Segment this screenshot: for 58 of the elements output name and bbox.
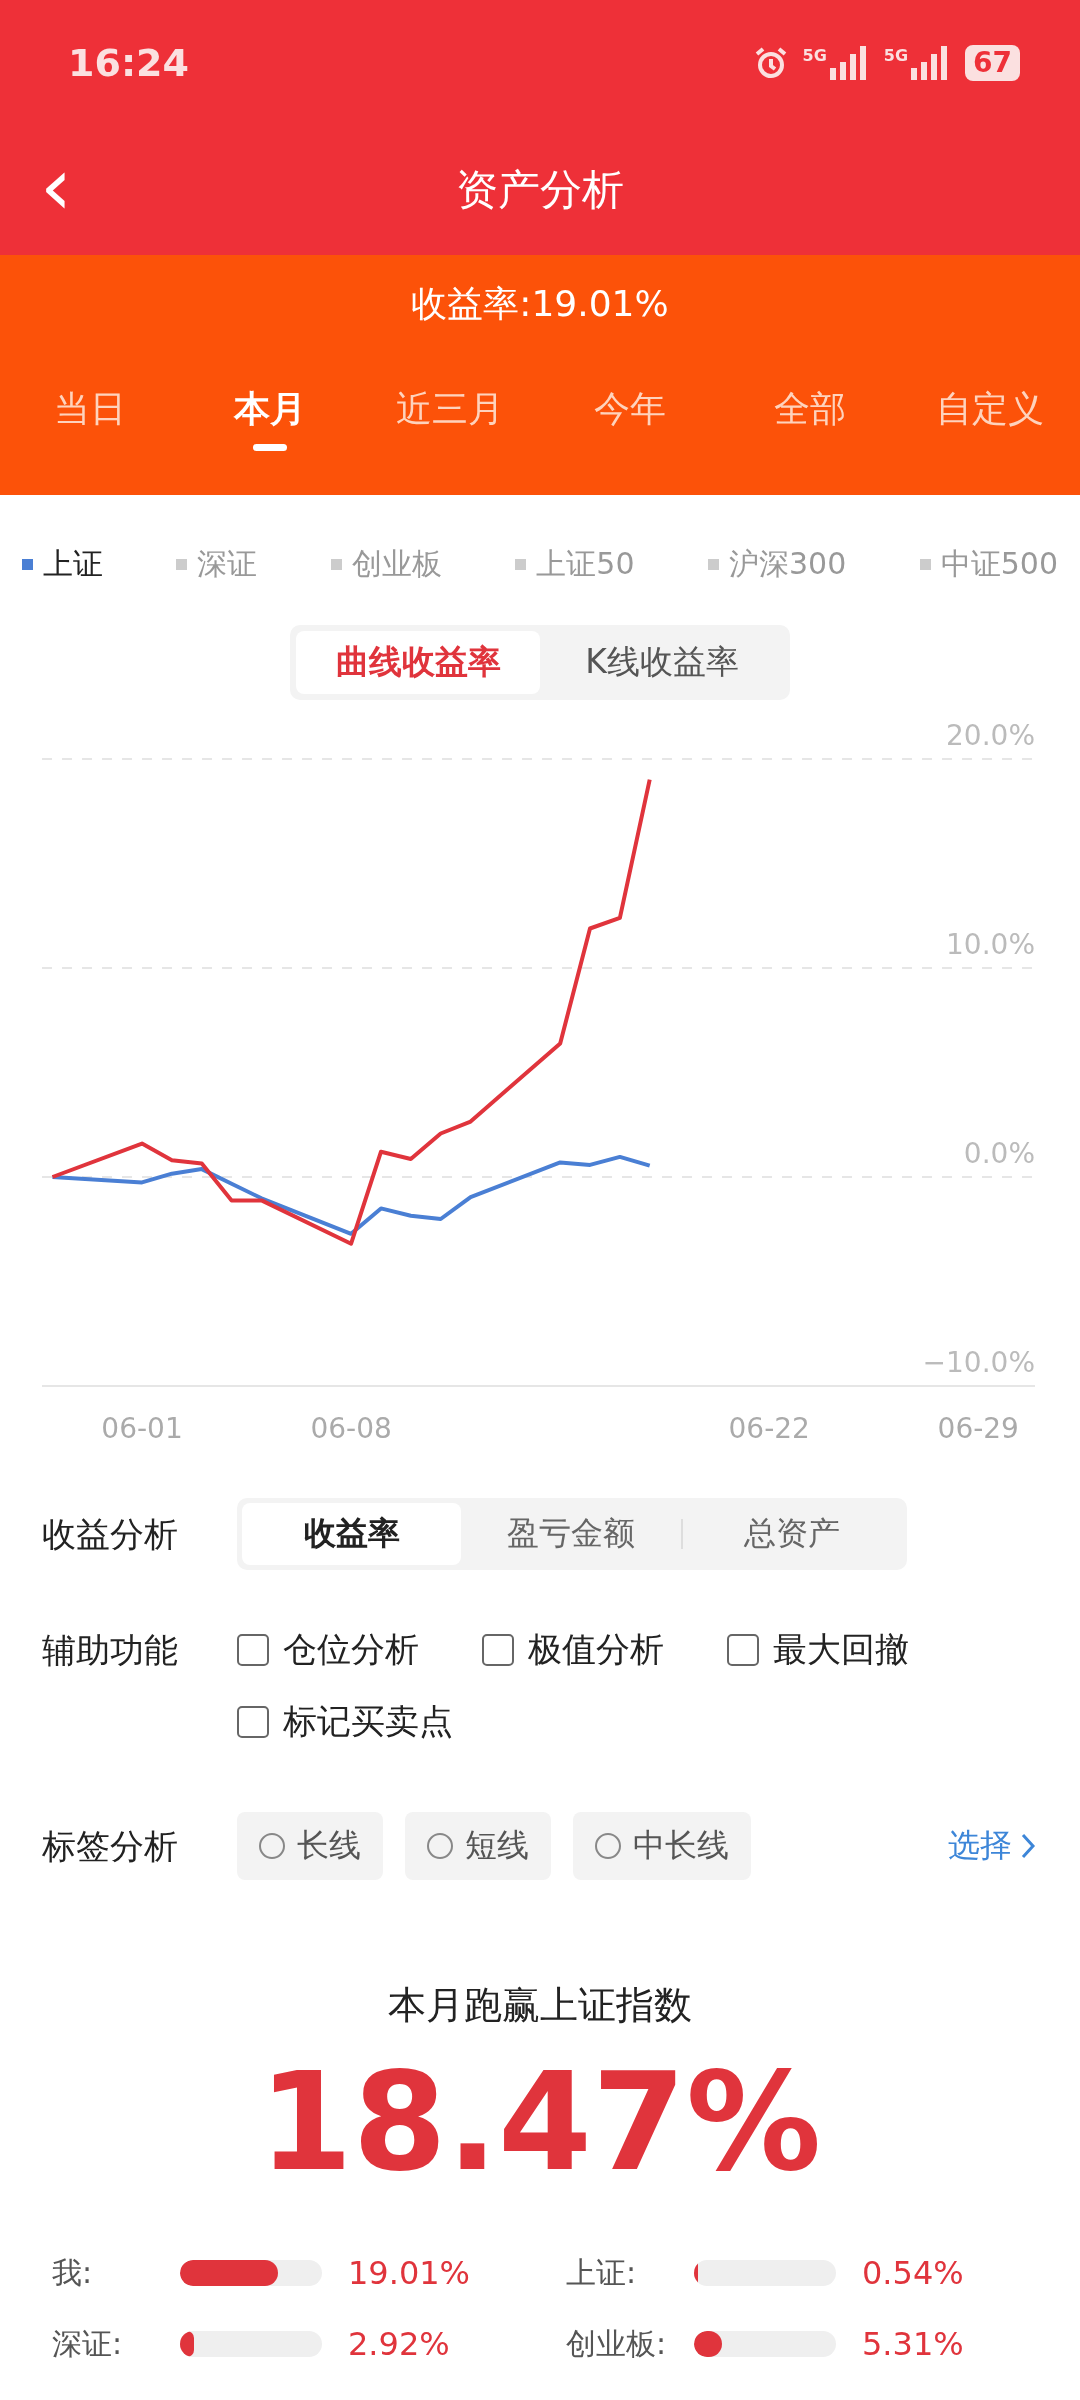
period-tab[interactable]: 近三月 — [360, 385, 540, 451]
battery-level: 67 — [965, 44, 1020, 81]
bar-value: 2.92% — [348, 2325, 450, 2363]
bar-value: 19.01% — [348, 2254, 470, 2292]
x-tick-label: 06-29 — [937, 1412, 1019, 1445]
row-label: 标签分析 — [42, 1825, 179, 1868]
period-tab[interactable]: 当日 — [0, 385, 180, 451]
bar-label: 深证: — [52, 2324, 124, 2363]
checkbox-label[interactable]: 标记买卖点 — [283, 1699, 453, 1745]
status-time: 16:24 — [68, 40, 189, 85]
x-tick-label: 06-22 — [728, 1412, 810, 1445]
checkbox-label[interactable]: 仓位分析 — [283, 1627, 419, 1673]
legend-label[interactable]: 创业板 — [351, 544, 442, 585]
period-tab[interactable]: 本月 — [180, 385, 360, 451]
bar-label: 我: — [52, 2253, 94, 2292]
back-button[interactable]: ‹ — [40, 147, 72, 227]
page-title: 资产分析 — [456, 164, 624, 216]
checkbox-label[interactable]: 最大回撤 — [773, 1627, 909, 1673]
chart-type-option[interactable]: 曲线收益率 — [296, 631, 540, 694]
bar-value: 0.54% — [862, 2254, 964, 2292]
checkbox[interactable] — [237, 1634, 269, 1666]
checkbox[interactable] — [482, 1634, 514, 1666]
select-link[interactable]: 选择 — [942, 1812, 1042, 1880]
legend-label[interactable]: 上证50 — [536, 544, 635, 585]
legend-label[interactable]: 深证 — [197, 544, 258, 585]
legend-label[interactable]: 中证500 — [940, 544, 1058, 585]
bar-value: 5.31% — [862, 2325, 964, 2363]
row-label: 辅助功能 — [42, 1629, 179, 1672]
checkbox[interactable] — [237, 1706, 269, 1738]
yield-summary: 收益率:19.01% — [410, 282, 670, 326]
network-type: 5G — [802, 45, 827, 65]
y-tick-label: 0.0% — [963, 1137, 1035, 1170]
network-type: 5G — [883, 45, 909, 65]
chevron-right-icon — [1020, 1832, 1036, 1860]
bar-label: 创业板: — [566, 2324, 668, 2363]
legend-label[interactable]: 上证 — [43, 544, 103, 585]
row-label: 收益分析 — [42, 1513, 179, 1556]
comparison-headline: 本月跑赢上证指数 — [387, 1982, 693, 2029]
chart-type-option[interactable]: K线收益率 — [540, 631, 784, 694]
y-tick-label: 20.0% — [946, 720, 1035, 752]
x-tick-label: 06-01 — [101, 1412, 183, 1445]
checkbox[interactable] — [727, 1634, 759, 1666]
y-tick-label: 10.0% — [946, 928, 1035, 961]
profit-view-option[interactable]: 总资产 — [682, 1503, 902, 1565]
y-tick-label: −10.0% — [922, 1346, 1035, 1379]
profit-view-option[interactable]: 收益率 — [242, 1503, 462, 1565]
tag-chip[interactable]: 长线 — [237, 1812, 383, 1880]
legend-label[interactable]: 沪深300 — [729, 544, 847, 585]
bar-label: 上证: — [566, 2253, 638, 2292]
profit-view-option[interactable]: 盈亏金额 — [461, 1503, 681, 1565]
period-tab[interactable]: 全部 — [720, 385, 900, 451]
tag-chip[interactable]: 中长线 — [573, 1812, 751, 1880]
outperformance-value: 18.47% — [257, 2049, 823, 2198]
period-tab[interactable]: 自定义 — [900, 385, 1080, 451]
x-tick-label: 06-08 — [310, 1412, 392, 1445]
period-tab[interactable]: 今年 — [540, 385, 720, 451]
checkbox-label[interactable]: 极值分析 — [528, 1627, 664, 1673]
tag-chip[interactable]: 短线 — [405, 1812, 551, 1880]
